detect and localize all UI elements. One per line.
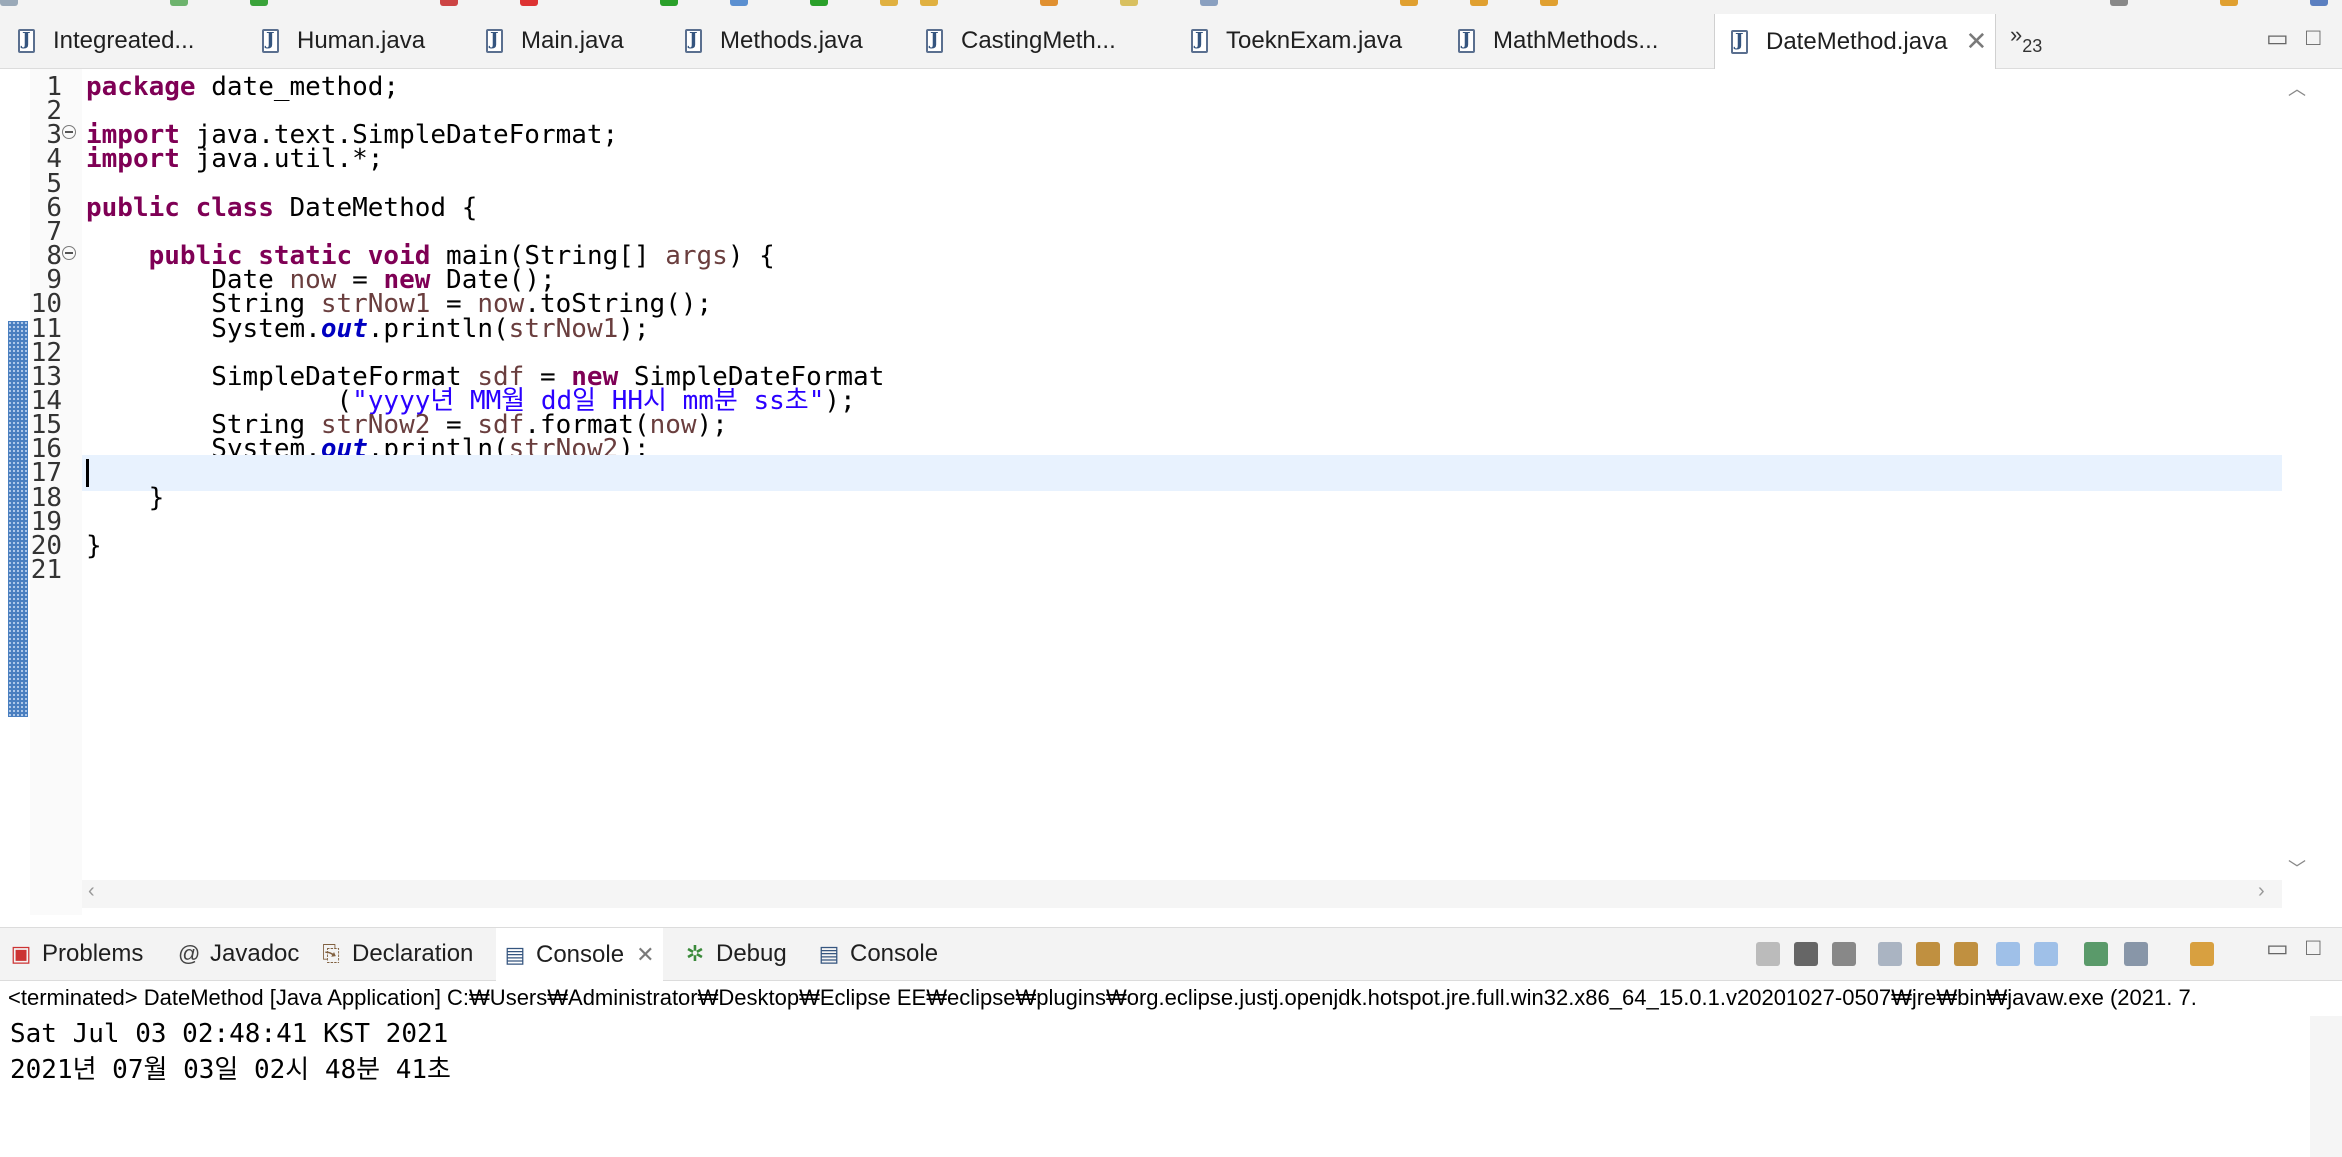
toolbar-icon[interactable] bbox=[1040, 0, 1058, 6]
scroll-right-icon[interactable]: › bbox=[2258, 880, 2265, 903]
tab-label: Main.java bbox=[521, 27, 624, 54]
perspective-icon[interactable] bbox=[2310, 0, 2328, 6]
code-line[interactable]: 21 bbox=[0, 552, 2282, 588]
vertical-scrollbar[interactable]: ︿ ﹀ bbox=[2282, 69, 2310, 915]
code-editor[interactable]: 1 package date_method; 2 3 import java.text.… bbox=[0, 69, 2342, 915]
toolbar-icon[interactable] bbox=[0, 0, 18, 6]
tab-label: Methods.java bbox=[720, 27, 863, 54]
javadoc-icon: @ bbox=[178, 941, 201, 966]
console-icon: ▤ bbox=[504, 941, 526, 967]
minimize-icon[interactable]: ▭ bbox=[2266, 24, 2289, 53]
java-file-icon bbox=[685, 29, 702, 53]
overflow-count: 23 bbox=[2022, 36, 2043, 56]
tab-console-2[interactable]: ▤ Console bbox=[818, 928, 938, 980]
tab-console[interactable]: ▤ Console ✕ bbox=[496, 928, 663, 981]
java-file-icon bbox=[1458, 29, 1475, 53]
console-output-line: 2021년 07월 03일 02시 48분 41초 bbox=[10, 1055, 451, 1085]
toolbar-icon[interactable] bbox=[730, 0, 748, 6]
tab-label: Console bbox=[536, 940, 625, 968]
java-file-icon bbox=[262, 29, 279, 53]
main-toolbar bbox=[0, 0, 2342, 14]
java-file-icon bbox=[18, 29, 35, 53]
tab-debug[interactable]: ✲ Debug bbox=[684, 928, 787, 980]
toolbar-icon[interactable] bbox=[1200, 0, 1218, 6]
toolbar-icon[interactable] bbox=[1400, 0, 1418, 6]
scroll-down-icon[interactable]: ﹀ bbox=[2288, 855, 2306, 881]
toolbar-icon[interactable] bbox=[810, 0, 828, 6]
remove-launch-icon[interactable] bbox=[1794, 942, 1818, 966]
editor-tab-bar: Integreated... Human.java Main.java Meth… bbox=[0, 14, 2342, 69]
tab-castingmeth[interactable]: CastingMeth... bbox=[926, 14, 1116, 68]
toolbar-icon[interactable] bbox=[920, 0, 938, 6]
tab-datemethod-java[interactable]: DateMethod.java ✕ bbox=[1714, 14, 1996, 69]
tab-label: ToeknExam.java bbox=[1226, 27, 1403, 54]
scroll-up-icon[interactable]: ︿ bbox=[2288, 75, 2306, 101]
tab-declaration[interactable]: ⎘ Declaration bbox=[320, 928, 473, 980]
tab-label: DateMethod.java bbox=[1766, 27, 1948, 55]
perspective-icon[interactable] bbox=[2220, 0, 2238, 6]
tab-integreated[interactable]: Integreated... bbox=[18, 14, 194, 68]
word-wrap-icon[interactable] bbox=[1954, 942, 1978, 966]
toolbar-icon[interactable] bbox=[170, 0, 188, 6]
remove-all-launches-icon[interactable] bbox=[1832, 942, 1856, 966]
tab-label: Declaration bbox=[352, 940, 474, 967]
tab-label: Debug bbox=[716, 940, 787, 967]
bottom-panel-tab-bar: ▣ Problems @ Javadoc ⎘ Declaration ▤ Con… bbox=[0, 927, 2342, 981]
java-file-icon bbox=[926, 29, 943, 53]
scroll-left-icon[interactable]: ‹ bbox=[88, 880, 95, 903]
tab-label: Integreated... bbox=[53, 27, 195, 54]
clear-console-icon[interactable] bbox=[1878, 942, 1902, 966]
console-output-line: Sat Jul 03 02:48:41 KST 2021 bbox=[10, 1019, 449, 1049]
console-launch-header: <terminated> DateMethod [Java Applicatio… bbox=[8, 985, 2197, 1010]
chevron-right-icon: » bbox=[2010, 22, 2023, 47]
toolbar-icon[interactable] bbox=[1540, 0, 1558, 6]
toolbar-icon[interactable] bbox=[440, 0, 458, 6]
toolbar-icon[interactable] bbox=[520, 0, 538, 6]
close-icon[interactable]: ✕ bbox=[1965, 26, 1987, 57]
scroll-lock-icon[interactable] bbox=[1916, 942, 1940, 966]
java-file-icon bbox=[1191, 29, 1208, 53]
toolbar-icon[interactable] bbox=[1120, 0, 1138, 6]
tab-label: MathMethods... bbox=[1493, 27, 1659, 54]
tab-human-java[interactable]: Human.java bbox=[262, 14, 425, 68]
tab-label: Javadoc bbox=[210, 940, 300, 967]
java-file-icon bbox=[1731, 29, 1748, 54]
tab-toeknexam-java[interactable]: ToeknExam.java bbox=[1191, 14, 1402, 68]
java-file-icon bbox=[486, 29, 503, 53]
toolbar-icon[interactable] bbox=[250, 0, 268, 6]
tab-javadoc[interactable]: @ Javadoc bbox=[178, 928, 299, 980]
collapse-icon[interactable] bbox=[62, 125, 76, 140]
line-number: 21 bbox=[30, 555, 62, 585]
horizontal-scrollbar[interactable]: ‹ › bbox=[82, 880, 2282, 908]
maximize-icon[interactable]: □ bbox=[2306, 24, 2321, 52]
minimize-icon[interactable]: ▭ bbox=[2266, 934, 2289, 963]
tab-mathmethods[interactable]: MathMethods... bbox=[1458, 14, 1658, 68]
tab-label: Console bbox=[850, 940, 939, 967]
toolbar-icon[interactable] bbox=[1470, 0, 1488, 6]
debug-icon: ✲ bbox=[685, 941, 705, 966]
toolbar-icon[interactable] bbox=[880, 0, 898, 6]
close-icon[interactable]: ✕ bbox=[636, 942, 654, 968]
collapse-icon[interactable] bbox=[62, 246, 76, 261]
problems-icon: ▣ bbox=[10, 941, 32, 966]
tab-label: Human.java bbox=[297, 27, 426, 54]
overflow-tabs-button[interactable]: »23 bbox=[2010, 22, 2042, 56]
show-on-output-icon[interactable] bbox=[1996, 942, 2020, 966]
console-icon: ▤ bbox=[818, 941, 840, 966]
pin-console-icon[interactable] bbox=[2084, 942, 2108, 966]
tab-label: Problems bbox=[42, 940, 144, 967]
run-icon[interactable] bbox=[660, 0, 678, 6]
tab-methods-java[interactable]: Methods.java bbox=[685, 14, 863, 68]
open-console-icon[interactable] bbox=[2190, 942, 2214, 966]
tab-main-java[interactable]: Main.java bbox=[486, 14, 624, 68]
tab-label: CastingMeth... bbox=[961, 27, 1116, 54]
maximize-icon[interactable]: □ bbox=[2306, 934, 2321, 962]
show-on-error-icon[interactable] bbox=[2034, 942, 2058, 966]
declaration-icon: ⎘ bbox=[322, 941, 340, 966]
console-scrollbar[interactable] bbox=[2310, 1016, 2342, 1157]
tab-problems[interactable]: ▣ Problems bbox=[10, 928, 144, 980]
terminate-icon[interactable] bbox=[1756, 942, 1780, 966]
search-icon[interactable] bbox=[2110, 0, 2128, 6]
display-console-icon[interactable] bbox=[2124, 942, 2148, 966]
